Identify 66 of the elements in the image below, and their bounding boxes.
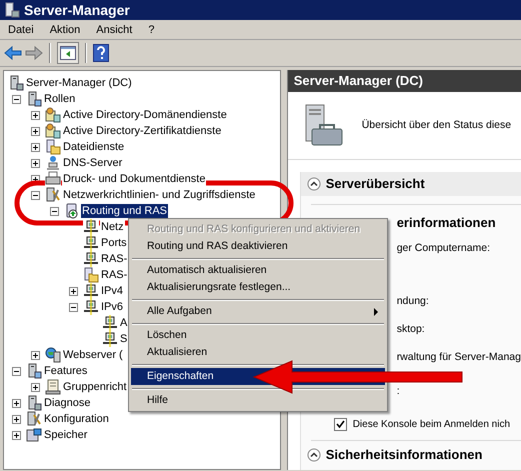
tree-item[interactable]: Konfiguration: [43, 412, 110, 426]
menu-item[interactable]: Aktualisieren: [131, 344, 385, 361]
panel-icon: [60, 46, 76, 60]
server-icon: [4, 2, 20, 18]
pane-header: Server-Manager (DC): [288, 70, 521, 92]
collapse-icon[interactable]: [306, 448, 321, 462]
checkmark-icon: [336, 420, 345, 430]
folder-icon: [45, 139, 61, 155]
tree-item[interactable]: Active Directory-Domänendienste: [62, 108, 228, 122]
server-icon: [8, 75, 24, 91]
checkbox[interactable]: [334, 418, 347, 432]
expand-toggle[interactable]: [31, 382, 40, 392]
tree-item[interactable]: Webserver (: [62, 348, 124, 362]
forward-arrow-icon[interactable]: [25, 45, 43, 61]
expand-toggle[interactable]: [31, 110, 40, 120]
help-icon[interactable]: [93, 44, 109, 62]
tools-icon: [26, 411, 42, 427]
window-title: Server-Manager: [24, 0, 130, 20]
menu-item[interactable]: ?: [143, 22, 160, 39]
tree-item[interactable]: Speicher: [43, 428, 88, 442]
show-tree-button[interactable]: [57, 42, 79, 64]
tree-item[interactable]: Gruppenricht: [62, 380, 128, 394]
section-title: Sicherheitsinformationen: [326, 446, 482, 464]
menu-item[interactable]: Ansicht: [91, 22, 138, 39]
collapse-toggle[interactable]: [12, 366, 21, 376]
expand-toggle[interactable]: [12, 414, 21, 424]
menu-item[interactable]: Aktion: [44, 22, 86, 39]
collapse-toggle[interactable]: [12, 94, 21, 104]
tree-item[interactable]: Diagnose: [43, 396, 92, 410]
scroll-icon: [45, 379, 61, 395]
info-label: rwaltung für Server-Manag: [396, 350, 521, 365]
checkbox-label: Diese Konsole beim Anmelden nich: [352, 418, 510, 432]
expand-toggle[interactable]: [12, 398, 21, 408]
collapse-icon[interactable]: [306, 177, 321, 191]
menu-item[interactable]: Aktualisierungsrate festlegen...: [131, 279, 385, 296]
globe-icon: [45, 347, 61, 363]
directory-icon: [45, 107, 61, 123]
menu-item[interactable]: Alle Aufgaben: [131, 303, 385, 320]
info-label: sktop:: [396, 322, 426, 337]
expand-toggle[interactable]: [31, 158, 40, 168]
subheading: erinformationen: [396, 214, 497, 232]
tree-item[interactable]: Active Directory-Zertifikatdienste: [62, 124, 222, 138]
menu-item[interactable]: Automatisch aktualisieren: [131, 262, 385, 279]
menu-item[interactable]: Löschen: [131, 327, 385, 344]
server-icon: [26, 91, 42, 107]
folder-icon: [83, 267, 99, 283]
expand-toggle[interactable]: [31, 142, 40, 152]
section-title: Serverübersicht: [326, 175, 425, 194]
expand-toggle[interactable]: [12, 430, 21, 440]
tree-item[interactable]: Server-Manager (DC): [25, 76, 133, 90]
intro-text: Übersicht über den Status diese: [362, 118, 512, 133]
menu-item[interactable]: Datei: [3, 22, 39, 39]
expand-toggle[interactable]: [69, 286, 78, 296]
directory-icon: [45, 123, 61, 139]
storage-icon: [26, 427, 42, 443]
server-icon: [26, 363, 42, 379]
menu-item[interactable]: Hilfe: [131, 392, 385, 409]
back-arrow-icon[interactable]: [4, 45, 22, 61]
menu-item[interactable]: Routing und RAS deaktivieren: [131, 238, 385, 255]
collapse-toggle[interactable]: [69, 302, 78, 312]
server-icon: [26, 395, 42, 411]
info-label: :: [396, 384, 401, 398]
info-label: ger Computername:: [396, 240, 492, 256]
expand-toggle[interactable]: [31, 126, 40, 136]
expand-toggle[interactable]: [31, 350, 40, 360]
info-label: ndung:: [396, 294, 430, 310]
